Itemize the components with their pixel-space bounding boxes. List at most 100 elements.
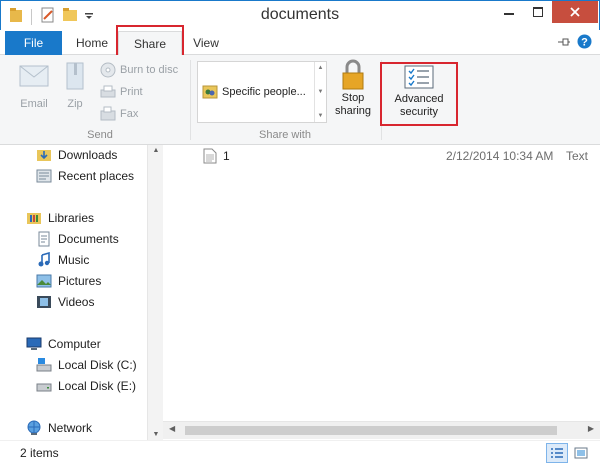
libraries-icon <box>27 213 41 224</box>
lock-icon <box>342 59 364 90</box>
stop-sharing-label-2: sharing <box>334 105 372 117</box>
nav-item-downloads[interactable]: Downloads <box>36 147 117 163</box>
properties-icon[interactable] <box>40 7 56 26</box>
nav-item-label: Music <box>58 253 90 267</box>
tab-file[interactable]: File <box>5 31 62 55</box>
videos-icon <box>37 296 51 308</box>
scroll-down-icon[interactable]: ▼ <box>148 431 164 438</box>
nav-item-local-disk-c[interactable]: Local Disk (C:) <box>36 357 137 373</box>
nav-item-recent-places[interactable]: Recent places <box>36 168 134 184</box>
burn-to-disc-button[interactable]: Burn to disc <box>100 62 178 78</box>
burn-to-disc-label: Burn to disc <box>120 64 179 76</box>
details-view-icon <box>551 448 563 458</box>
people-icon <box>202 85 218 99</box>
nav-item-label: Pictures <box>58 274 102 288</box>
svg-text:?: ? <box>581 37 588 49</box>
file-row[interactable]: 1 <box>203 148 230 164</box>
nav-item-documents[interactable]: Documents <box>36 231 119 247</box>
tab-home[interactable]: Home <box>66 31 118 55</box>
printer-icon <box>100 85 116 98</box>
nav-item-label: Libraries <box>48 211 95 225</box>
computer-icon <box>26 337 42 350</box>
file-list: 1 2/12/2014 10:34 AM Text <box>163 145 600 420</box>
folder-icon[interactable] <box>9 7 23 26</box>
customize-qat-icon[interactable] <box>84 10 94 24</box>
window-controls <box>494 1 598 23</box>
maximize-button[interactable] <box>523 1 552 23</box>
large-icons-view-icon <box>574 447 588 459</box>
large-icons-view-button[interactable] <box>570 443 592 463</box>
nav-item-computer[interactable]: Computer <box>26 336 101 352</box>
documents-icon <box>38 231 50 247</box>
nav-item-network[interactable]: Network <box>26 420 92 436</box>
fax-icon <box>100 106 116 121</box>
print-button[interactable]: Print <box>100 84 143 100</box>
group-label-share-with: Share with <box>259 129 311 141</box>
gallery-item-specific-people[interactable]: Specific people... <box>202 84 306 100</box>
nav-item-local-disk-e[interactable]: Local Disk (E:) <box>36 378 136 394</box>
qat-separator <box>31 8 32 25</box>
network-icon <box>27 420 41 435</box>
details-view-button[interactable] <box>546 443 568 463</box>
ribbon-right-controls: ? <box>557 34 592 52</box>
nav-item-music[interactable]: Music <box>36 252 89 268</box>
gallery-down-icon[interactable]: ▼ <box>318 89 324 95</box>
music-icon <box>38 252 50 267</box>
scroll-right-icon[interactable]: ▶ <box>588 424 594 433</box>
downloads-icon <box>37 150 51 161</box>
gallery-scrollbar[interactable]: ▲ ▼ ▼ <box>314 62 326 122</box>
print-label: Print <box>120 86 143 98</box>
nav-item-label: Local Disk (C:) <box>58 358 137 372</box>
nav-scrollbar[interactable]: ▲ ▼ <box>147 145 163 440</box>
file-name: 1 <box>223 149 230 163</box>
fax-label: Fax <box>120 108 139 120</box>
scroll-left-icon[interactable]: ◀ <box>169 424 175 433</box>
disc-icon <box>100 62 116 78</box>
scroll-up-icon[interactable]: ▲ <box>148 147 164 154</box>
email-label: Email <box>20 98 48 110</box>
new-folder-icon[interactable] <box>62 7 78 26</box>
nav-item-libraries[interactable]: Libraries <box>26 210 94 226</box>
tab-view[interactable]: View <box>182 31 230 55</box>
close-icon <box>570 7 580 17</box>
nav-item-label: Videos <box>58 295 95 309</box>
nav-item-label: Downloads <box>58 148 118 162</box>
stop-sharing-label-1: Stop <box>341 92 365 104</box>
text-file-icon <box>203 148 217 164</box>
pin-ribbon-icon[interactable] <box>557 36 571 50</box>
ribbon-share: Email Zip Burn to disc Print Fax Send Sp… <box>0 55 600 145</box>
nav-item-label: Recent places <box>58 169 135 183</box>
fax-button[interactable]: Fax <box>100 106 138 122</box>
highlight-share-tab <box>116 25 184 58</box>
view-switcher <box>546 443 592 463</box>
status-bar: 2 items <box>0 440 600 468</box>
nav-item-videos[interactable]: Videos <box>36 294 94 310</box>
minimize-button[interactable] <box>494 1 523 23</box>
gallery-up-icon[interactable]: ▲ <box>318 65 324 71</box>
item-count: 2 items <box>20 446 59 460</box>
recent-places-icon <box>36 169 52 183</box>
file-type: Text <box>566 149 589 163</box>
nav-item-label: Network <box>48 421 93 435</box>
stop-sharing-button[interactable]: Stop sharing <box>332 59 374 118</box>
nav-item-label: Local Disk (E:) <box>58 379 137 393</box>
close-button[interactable] <box>552 1 598 23</box>
title-bar: documents <box>0 0 600 30</box>
group-label-send: Send <box>87 129 113 141</box>
email-icon <box>19 65 49 87</box>
help-icon[interactable]: ? <box>577 34 592 52</box>
horizontal-scrollbar[interactable]: ◀ ▶ <box>163 421 600 439</box>
gallery-more-icon[interactable]: ▼ <box>318 113 324 119</box>
zip-button[interactable]: Zip <box>60 61 90 110</box>
pictures-icon <box>36 274 52 288</box>
nav-item-pictures[interactable]: Pictures <box>36 273 101 289</box>
nav-item-label: Computer <box>48 337 101 351</box>
nav-item-label: Documents <box>58 232 119 246</box>
ribbon-tabs: File Home Share View ? <box>0 30 600 56</box>
gallery-item-label: Specific people... <box>222 86 306 98</box>
share-with-gallery[interactable]: Specific people... ▲ ▼ ▼ <box>197 61 327 123</box>
email-button[interactable]: Email <box>16 63 52 110</box>
drive-icon <box>36 383 52 392</box>
zip-label: Zip <box>67 98 83 110</box>
scrollbar-thumb[interactable] <box>185 426 557 435</box>
